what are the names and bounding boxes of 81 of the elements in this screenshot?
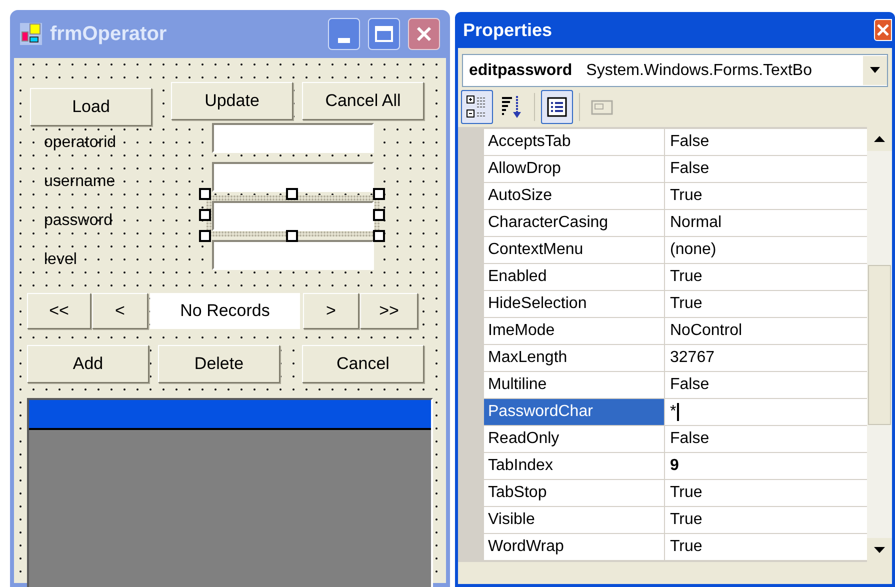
resize-handle[interactable] xyxy=(199,230,211,242)
close-button[interactable] xyxy=(408,18,440,50)
property-name[interactable]: Enabled xyxy=(484,264,665,290)
scroll-up-icon[interactable] xyxy=(867,127,892,151)
minimize-button[interactable] xyxy=(328,18,360,50)
property-value: True xyxy=(670,510,702,530)
window-title: frmOperator xyxy=(50,22,168,47)
form-button[interactable]: Load xyxy=(30,88,152,126)
object-type: System.Windows.Forms.TextBo xyxy=(586,60,813,80)
close-icon xyxy=(416,26,432,42)
text-field[interactable] xyxy=(212,240,374,270)
form-button[interactable]: Cancel xyxy=(302,345,424,383)
toolbar-button[interactable] xyxy=(461,90,493,124)
form-button[interactable]: Add xyxy=(27,345,149,383)
first-record-button[interactable]: << xyxy=(27,293,91,329)
scroll-thumb[interactable] xyxy=(868,264,891,424)
form-button[interactable]: Delete xyxy=(158,345,280,383)
scroll-down-icon[interactable] xyxy=(867,538,892,562)
window-title: Properties xyxy=(463,18,554,42)
object-selector[interactable]: editpassword System.Windows.Forms.TextBo xyxy=(462,54,888,87)
resize-handle[interactable] xyxy=(199,188,211,200)
property-name[interactable]: Multiline xyxy=(484,372,665,398)
minimize-icon xyxy=(338,38,350,43)
resize-handle[interactable] xyxy=(286,188,298,200)
property-name[interactable]: PasswordChar xyxy=(484,399,665,425)
field-label: password xyxy=(44,211,112,231)
maximize-icon xyxy=(375,26,393,42)
property-name[interactable]: ImeMode xyxy=(484,318,665,344)
object-name: editpassword xyxy=(469,60,572,80)
record-status: No Records xyxy=(150,293,300,329)
property-value: True xyxy=(670,186,702,206)
resize-handle[interactable] xyxy=(373,188,385,200)
resize-handle[interactable] xyxy=(199,209,211,221)
property-name[interactable]: WordWrap xyxy=(484,534,665,560)
property-value: 32767 xyxy=(670,348,714,368)
property-name[interactable]: Visible xyxy=(484,507,665,533)
resize-handle[interactable] xyxy=(286,230,298,242)
property-value: False xyxy=(670,159,710,179)
field-label: username xyxy=(44,172,116,192)
property-value: False xyxy=(670,375,710,395)
text-field[interactable] xyxy=(212,123,374,153)
property-value: False xyxy=(670,429,710,449)
resize-handle[interactable] xyxy=(373,209,385,221)
form-icon xyxy=(20,23,42,45)
property-name[interactable]: ContextMenu xyxy=(484,237,665,263)
property-value: False xyxy=(670,132,710,152)
property-value: True xyxy=(670,537,702,557)
form-button[interactable]: Cancel All xyxy=(302,82,424,120)
property-value: True xyxy=(670,267,702,287)
text-caret xyxy=(677,403,679,421)
property-value: True xyxy=(670,294,702,314)
maximize-button[interactable] xyxy=(368,18,400,50)
property-name[interactable]: ReadOnly xyxy=(484,426,665,452)
property-value: NoControl xyxy=(670,321,742,341)
text-field[interactable] xyxy=(212,201,374,231)
next-record-button[interactable]: > xyxy=(303,293,359,329)
last-record-button[interactable]: >> xyxy=(360,293,418,329)
form-button[interactable]: Update xyxy=(171,82,293,120)
property-value: 9 xyxy=(670,456,679,476)
property-name[interactable]: HideSelection xyxy=(484,291,665,317)
property-value: True xyxy=(670,483,702,503)
categorized-icon xyxy=(466,94,488,120)
property-name[interactable]: AllowDrop xyxy=(484,156,665,182)
sort-icon xyxy=(500,94,524,120)
close-icon xyxy=(877,24,889,36)
property-list-icon xyxy=(546,96,568,118)
property-name[interactable]: CharacterCasing xyxy=(484,210,665,236)
resize-handle[interactable] xyxy=(373,230,385,242)
property-name[interactable]: AcceptsTab xyxy=(484,129,665,155)
text-field[interactable] xyxy=(212,162,374,192)
property-name[interactable]: TabStop xyxy=(484,480,665,506)
property-name[interactable]: AutoSize xyxy=(484,183,665,209)
property-name[interactable]: MaxLength xyxy=(484,345,665,371)
property-value: (none) xyxy=(670,240,716,260)
previous-record-button[interactable]: < xyxy=(92,293,148,329)
property-name[interactable]: TabIndex xyxy=(484,453,665,479)
field-label: operatorid xyxy=(44,133,116,153)
field-label: level xyxy=(44,250,77,270)
property-value-input[interactable]: * xyxy=(670,400,676,424)
property-value: Normal xyxy=(670,213,722,233)
toolbar-button[interactable] xyxy=(541,90,573,124)
